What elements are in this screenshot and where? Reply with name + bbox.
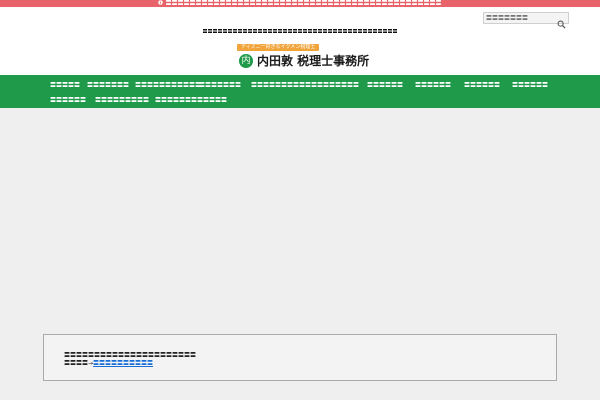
top-notice-bar: 〓〓〓〓〓〓〓〓〓〓〓〓〓〓〓〓〓〓〓〓〓〓〓〓〓〓〓〓〓〓〓〓〓〓〓〓〓〓〓〓… <box>0 0 600 7</box>
site-logo[interactable]: ディズニー好きなイクメン税理士 内 内田敦 税理士事務所 <box>237 44 370 72</box>
search-input[interactable] <box>486 14 554 23</box>
main-nav: 〓〓〓〓〓 〓〓〓〓〓〓〓 〓〓〓〓〓〓〓〓〓〓〓 〓〓〓〓〓〓〓 〓〓〓〓〓〓… <box>0 75 600 108</box>
nav-item[interactable]: 〓〓〓〓〓〓 <box>367 80 403 91</box>
nav-item[interactable]: 〓〓〓〓〓〓〓〓 <box>311 80 359 91</box>
notice-box-link-prefix: 〓〓〓〓→ <box>64 360 94 367</box>
notice-bar-text: 〓〓〓〓〓〓〓〓〓〓〓〓〓〓〓〓〓〓〓〓〓〓〓〓〓〓〓〓〓〓〓〓〓〓〓〓〓〓〓〓… <box>165 0 442 7</box>
info-circle-icon <box>158 0 164 7</box>
nav-item[interactable]: 〓〓〓〓〓〓〓〓〓〓〓 <box>135 80 201 91</box>
logo-badge: ディズニー好きなイクメン税理士 <box>237 44 320 51</box>
nav-item[interactable]: 〓〓〓〓〓〓 <box>464 80 500 91</box>
notice-box-link-line: 〓〓〓〓→〓〓〓〓〓〓〓〓〓〓 <box>64 358 153 367</box>
nav-item[interactable]: 〓〓〓〓〓〓 <box>415 80 451 91</box>
site-header: 〓〓〓〓〓〓〓 〓〓〓〓〓〓〓〓〓〓〓〓〓〓〓〓〓〓〓〓〓〓〓〓〓〓〓〓〓〓〓〓 … <box>0 7 600 75</box>
logo-mark-icon: 内 <box>239 54 253 68</box>
logo-name: 内田敦 税理士事務所 <box>257 54 370 68</box>
nav-item[interactable]: 〓〓〓〓〓〓〓〓〓〓 <box>251 80 311 91</box>
notice-box-link[interactable]: 〓〓〓〓〓〓〓〓〓〓 <box>93 360 153 367</box>
search-box[interactable] <box>483 12 569 29</box>
nav-item[interactable]: 〓〓〓〓〓〓〓 <box>87 80 129 91</box>
nav-item[interactable]: 〓〓〓〓〓 <box>50 80 80 91</box>
notice-box: 〓〓〓〓〓〓〓〓〓〓〓〓〓〓〓〓〓〓〓〓〓〓 〓〓〓〓→〓〓〓〓〓〓〓〓〓〓 <box>43 334 557 381</box>
nav-item[interactable]: 〓〓〓〓〓〓 <box>512 80 548 91</box>
nav-item[interactable]: 〓〓〓〓〓〓〓 <box>199 80 241 91</box>
nav-item[interactable]: 〓〓〓〓〓〓〓〓〓〓〓〓 <box>155 95 227 106</box>
nav-item[interactable]: 〓〓〓〓〓〓〓〓〓 <box>95 95 149 106</box>
magnifier-icon[interactable] <box>557 14 566 29</box>
site-tagline: 〓〓〓〓〓〓〓〓〓〓〓〓〓〓〓〓〓〓〓〓〓〓〓〓〓〓〓〓〓〓〓〓〓〓〓〓〓〓〓 <box>202 29 398 35</box>
nav-item[interactable]: 〓〓〓〓〓〓 <box>50 95 86 106</box>
